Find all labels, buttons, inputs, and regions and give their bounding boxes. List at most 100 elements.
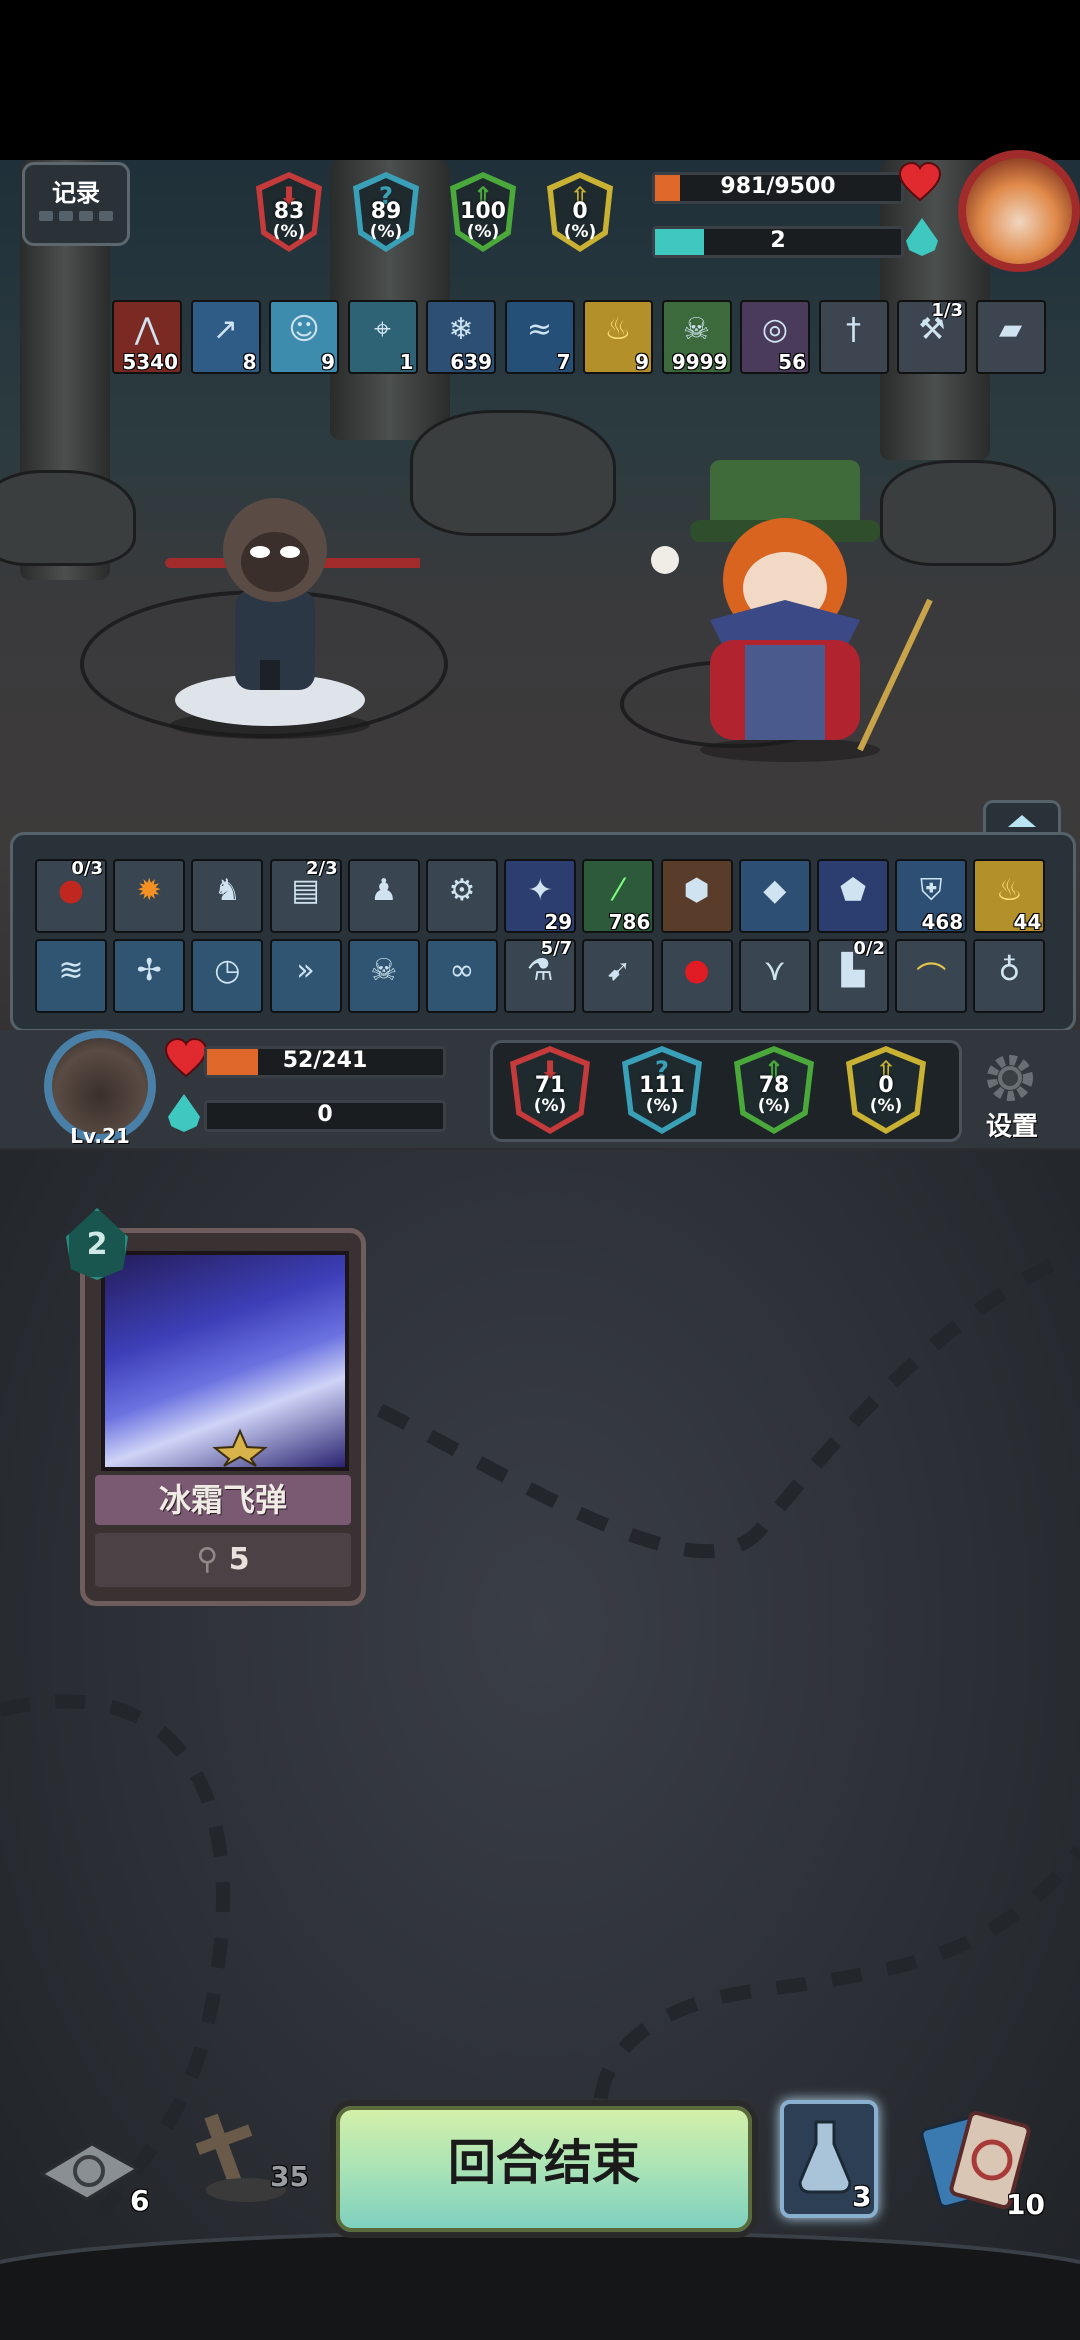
blue-shield-icon: ⛨: [919, 873, 943, 908]
player-hp-bar: 52/241: [204, 1046, 446, 1078]
stat-unit: (%): [533, 1096, 567, 1116]
hooded-figure-icon: ♟: [370, 873, 398, 908]
crosshair-icon: ⌖: [374, 312, 391, 347]
snowflake-icon: ❄: [448, 312, 474, 347]
heart-icon: [898, 162, 942, 202]
stat-unit: (%): [869, 1096, 903, 1116]
slot-count: 5340: [122, 350, 178, 374]
golden-horn-slot[interactable]: ⌒: [895, 939, 968, 1013]
player-mana-text: 0: [317, 1102, 333, 1127]
chain-slot[interactable]: ∞: [426, 939, 498, 1013]
slot-count: 56: [778, 350, 806, 374]
slash-marks-slot[interactable]: ≋: [35, 939, 107, 1013]
record-label: 记录: [52, 179, 100, 207]
spiral-slot[interactable]: ◎ 56: [740, 300, 810, 374]
slingshot-slot[interactable]: ⋎: [738, 939, 811, 1013]
gear-robot-icon: ⚙: [448, 873, 476, 908]
slot-progress: 2/3: [305, 858, 338, 879]
candle-slot[interactable]: ♨ 9: [583, 300, 653, 374]
discard-pile-button[interactable]: 35: [186, 2104, 316, 2204]
green-hat-slot[interactable]: ▰: [975, 300, 1046, 374]
pouch-slot[interactable]: ♁: [973, 939, 1046, 1013]
fire-bomb-slot[interactable]: ✹: [113, 859, 186, 933]
arrow-curve-slot[interactable]: ↗ 8: [190, 300, 261, 374]
deck-button[interactable]: 10: [920, 2110, 1050, 2221]
purple-gem-icon: ⬟: [839, 873, 867, 908]
enemy-buff-row: ⋀ 5340 ↗ 8 ☺ 9 ⌖ 1 ❄ 639 ≈7 ♨ 9 ☠ 9999 ◎ 56 † ⚒ 1/3 ▰: [112, 300, 1047, 374]
blue-crystal-slot[interactable]: ◆: [738, 859, 811, 933]
record-dot: [39, 211, 53, 221]
spark-burst-icon: ✦: [527, 873, 553, 908]
wind-swirl-slot[interactable]: ≈7: [504, 300, 575, 374]
stat-value: 78: [758, 1073, 790, 1098]
amber-gem-slot[interactable]: ⬢: [660, 859, 733, 933]
arrow-curve-icon: ↗: [212, 312, 239, 347]
deck-count: 10: [1006, 2188, 1045, 2221]
red-egg-slot[interactable]: ● 0/3: [35, 858, 107, 933]
spiral-icon: ◎: [761, 312, 789, 347]
stat-value: 0: [572, 199, 588, 224]
card-stack-icon: [39, 2142, 140, 2201]
stat-unit: (%): [645, 1096, 679, 1116]
skull-ring-slot[interactable]: ☠: [347, 939, 420, 1013]
stat-value: 100: [460, 199, 506, 224]
card-value: 5: [228, 1542, 250, 1577]
slot-count: 9999: [671, 350, 728, 374]
green-slash-slot[interactable]: ⁄ 786: [582, 859, 655, 934]
candle-slot[interactable]: ♨ 44: [973, 859, 1046, 934]
pickaxe-slot[interactable]: ⚒ 1/3: [897, 300, 967, 374]
pouch-icon: ♁: [998, 953, 1021, 988]
ghost-face-icon: ☺: [288, 312, 320, 347]
wrench-icon: ⚲: [196, 1542, 229, 1577]
slot-count: 44: [1013, 910, 1042, 934]
potion-button[interactable]: 3: [780, 2100, 878, 2218]
heart-icon: [164, 1038, 208, 1078]
enemy-avatar[interactable]: [958, 150, 1080, 272]
skull-icon: ☠: [683, 312, 710, 347]
hand-card[interactable]: 冰霜飞弹 ⚲ 5: [80, 1228, 366, 1606]
slingshot-icon: ⋎: [763, 953, 786, 988]
slot-count: 468: [921, 910, 964, 934]
kunai-slot[interactable]: ➹: [582, 939, 655, 1013]
dagger-slot[interactable]: †: [818, 300, 889, 374]
player-mana-bar: 0: [204, 1100, 446, 1132]
rock: [0, 470, 136, 566]
player-level: Lv.21: [70, 1124, 130, 1148]
claw-slot[interactable]: ⋀ 5340: [112, 300, 182, 374]
fallen-log: [410, 410, 616, 536]
hooded-figure-slot[interactable]: ♟: [347, 859, 420, 933]
boots-slot[interactable]: ▙ 0/2: [817, 938, 889, 1013]
purple-gem-slot[interactable]: ⬟: [817, 859, 889, 933]
enemy-hp-text: 981/9500: [720, 174, 836, 199]
settings-button[interactable]: 设置: [978, 1050, 1048, 1142]
record-button[interactable]: 记录: [22, 162, 130, 246]
crosshair-slot[interactable]: ⌖ 1: [347, 300, 418, 374]
potion-table-slot[interactable]: ⚗ 5/7: [504, 938, 577, 1013]
apple-slot[interactable]: ●: [660, 939, 733, 1013]
spark-burst-slot[interactable]: ✦ 29: [504, 859, 577, 934]
stat-value: 83: [273, 199, 305, 224]
green-slash-icon: ⁄: [615, 873, 621, 908]
player-character[interactable]: [160, 490, 425, 739]
slot-progress: 0/3: [71, 858, 103, 879]
stat-value: 111: [639, 1073, 685, 1098]
dash-slot[interactable]: »: [269, 939, 342, 1013]
apple-icon: ●: [683, 953, 710, 988]
skull-ring-icon: ☠: [370, 953, 398, 988]
stat-value: 71: [534, 1073, 566, 1098]
blue-shield-slot[interactable]: ⛨ 468: [895, 859, 968, 934]
draw-pile-button[interactable]: 6: [32, 2134, 149, 2217]
draw-pile-count: 6: [130, 2184, 150, 2217]
card-value-row: ⚲ 5: [95, 1533, 351, 1587]
shuriken-slot[interactable]: ✢: [113, 939, 186, 1013]
spellbook-slot[interactable]: ▤ 2/3: [269, 858, 342, 933]
end-turn-button[interactable]: 回合结束: [330, 2100, 758, 2238]
skull-slot[interactable]: ☠ 9999: [661, 300, 732, 374]
snowflake-slot[interactable]: ❄ 639: [426, 300, 496, 374]
wind-swirl-icon: ≈: [526, 312, 553, 347]
ghost-face-slot[interactable]: ☺ 9: [269, 300, 339, 374]
pig-slot[interactable]: ♞: [191, 859, 264, 933]
clock-slot[interactable]: ◷: [191, 939, 264, 1013]
gear-robot-slot[interactable]: ⚙: [426, 859, 498, 933]
enemy-character[interactable]: [640, 450, 1000, 770]
